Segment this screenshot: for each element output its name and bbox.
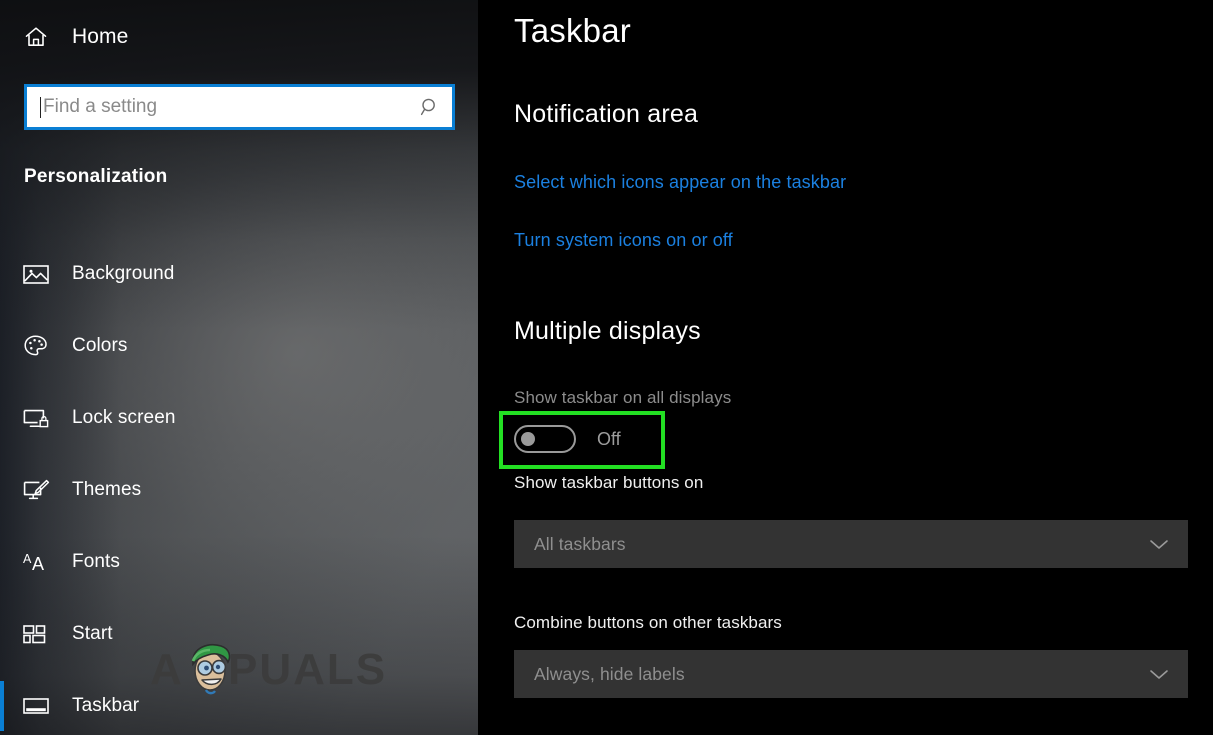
toggle-show-taskbar-on-all-displays-group: Off bbox=[514, 421, 621, 457]
label-show-taskbar-buttons-on: Show taskbar buttons on bbox=[514, 473, 704, 492]
sidebar-item-label: Themes bbox=[72, 479, 142, 500]
sidebar-item-lock-screen[interactable]: Lock screen bbox=[0, 382, 478, 454]
chevron-down-icon bbox=[1148, 667, 1170, 681]
section-heading-notification-area: Notification area bbox=[514, 100, 699, 128]
link-select-which-icons[interactable]: Select which icons appear on the taskbar bbox=[514, 172, 846, 193]
sidebar-item-background[interactable]: Background bbox=[0, 238, 478, 310]
settings-window: Home Personalization bbox=[0, 0, 1213, 735]
image-icon bbox=[22, 259, 56, 289]
settings-content: Taskbar Notification area Select which i… bbox=[478, 0, 1213, 735]
link-turn-system-icons[interactable]: Turn system icons on or off bbox=[514, 230, 733, 251]
sidebar-nav-list: Background Colors Lock screen Themes A A… bbox=[0, 238, 478, 735]
sidebar-item-label: Taskbar bbox=[72, 695, 140, 716]
sidebar-category-title: Personalization bbox=[24, 166, 168, 187]
sidebar-item-colors[interactable]: Colors bbox=[0, 310, 478, 382]
svg-text:A: A bbox=[32, 554, 44, 574]
label-show-taskbar-on-all-displays: Show taskbar on all displays bbox=[514, 388, 732, 407]
sidebar-item-label: Background bbox=[72, 263, 175, 284]
search-box[interactable] bbox=[24, 84, 455, 130]
dropdown-show-taskbar-buttons-on[interactable]: All taskbars bbox=[514, 520, 1188, 568]
sidebar-item-start[interactable]: Start bbox=[0, 598, 478, 670]
sidebar-item-fonts[interactable]: A A Fonts bbox=[0, 526, 478, 598]
sidebar-item-label: Fonts bbox=[72, 551, 121, 572]
toggle-knob bbox=[521, 432, 535, 446]
palette-icon bbox=[22, 331, 56, 361]
selection-accent-bar bbox=[0, 681, 4, 731]
search-input[interactable] bbox=[41, 87, 408, 127]
toggle-show-taskbar-on-all-displays[interactable] bbox=[514, 425, 576, 453]
sidebar-item-label: Start bbox=[72, 623, 113, 644]
sidebar-item-label: Colors bbox=[72, 335, 128, 356]
toggle-state-label: Off bbox=[597, 428, 621, 449]
home-icon bbox=[22, 23, 50, 51]
themes-brush-icon bbox=[22, 475, 56, 505]
settings-sidebar: Home Personalization bbox=[0, 0, 478, 735]
search-icon[interactable] bbox=[408, 87, 452, 127]
svg-text:A: A bbox=[23, 552, 32, 566]
taskbar-icon bbox=[22, 691, 56, 721]
sidebar-home-button[interactable]: Home bbox=[18, 16, 136, 58]
fonts-aa-icon: A A bbox=[22, 547, 56, 577]
sidebar-item-themes[interactable]: Themes bbox=[0, 454, 478, 526]
chevron-down-icon bbox=[1148, 537, 1170, 551]
dropdown-combine-buttons-on-other-taskbars[interactable]: Always, hide labels bbox=[514, 650, 1188, 698]
section-heading-multiple-displays: Multiple displays bbox=[514, 317, 701, 345]
page-title: Taskbar bbox=[514, 12, 631, 49]
sidebar-item-taskbar[interactable]: Taskbar bbox=[0, 670, 478, 735]
dropdown-value: All taskbars bbox=[534, 533, 626, 554]
sidebar-item-label: Lock screen bbox=[72, 407, 176, 428]
lock-screen-icon bbox=[22, 403, 56, 433]
start-tiles-icon bbox=[22, 619, 56, 649]
label-combine-buttons-on-other-taskbars: Combine buttons on other taskbars bbox=[514, 613, 782, 632]
dropdown-value: Always, hide labels bbox=[534, 663, 685, 684]
sidebar-home-label: Home bbox=[72, 25, 129, 48]
